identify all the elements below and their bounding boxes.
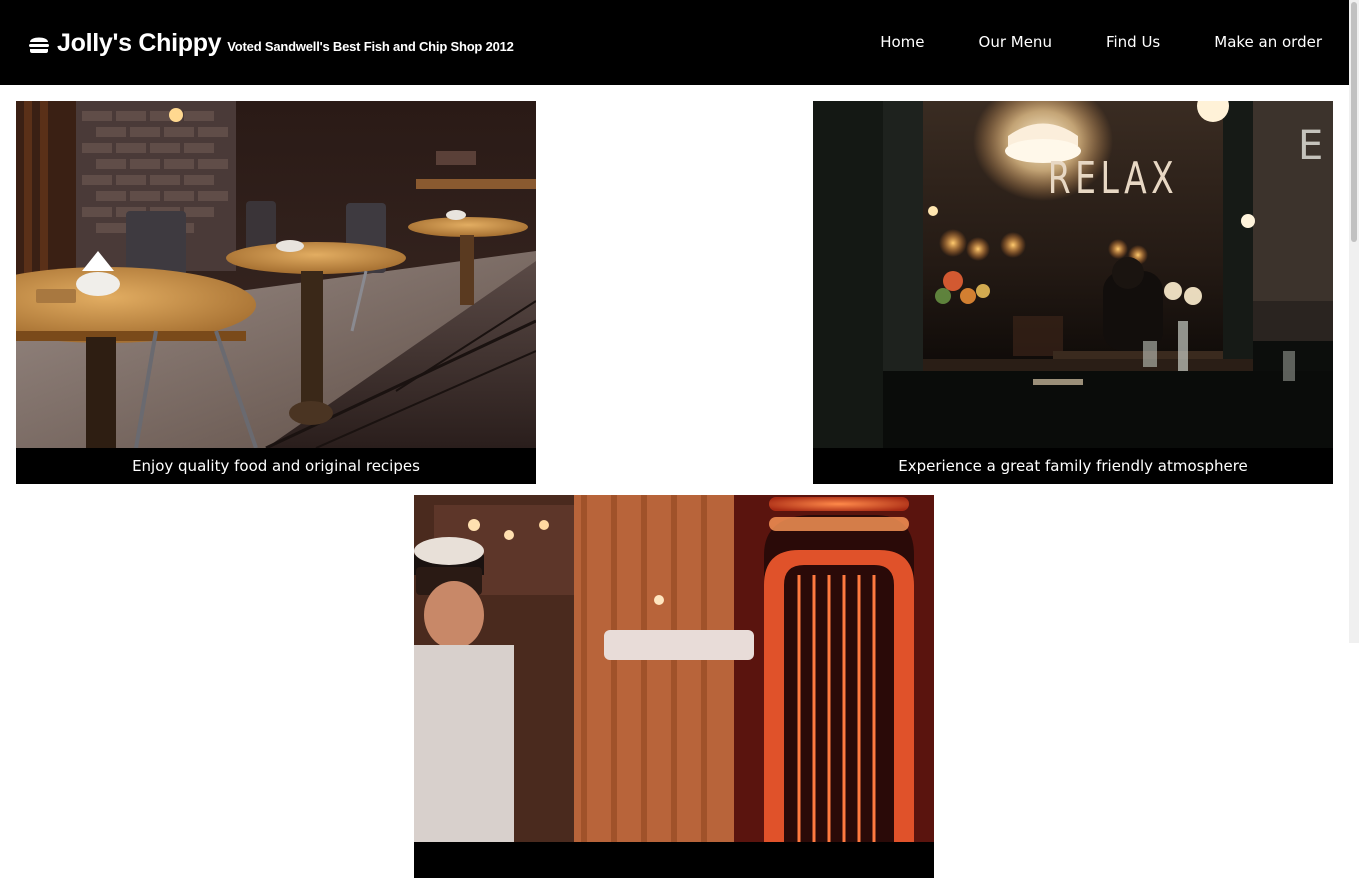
nav-find-us-link[interactable]: Find Us xyxy=(1106,31,1160,53)
site-tagline: Voted Sandwell's Best Fish and Chip Shop… xyxy=(227,39,514,54)
site-title[interactable]: Jolly's Chippy xyxy=(57,28,222,58)
gallery-card-atmosphere: RELAX E Experience a great family friend… xyxy=(813,101,1333,484)
restaurant-interior-tables-photo xyxy=(16,101,536,448)
relax-window-bar-photo: RELAX E xyxy=(813,101,1333,448)
nav-menu-link[interactable]: Our Menu xyxy=(979,31,1052,53)
gallery-card-kitchen xyxy=(414,495,934,878)
chef-kitchen-photo xyxy=(414,495,934,842)
page-scrollbar[interactable] xyxy=(1349,0,1359,643)
nav-order-link[interactable]: Make an order xyxy=(1214,31,1322,53)
svg-text:E: E xyxy=(1298,123,1323,169)
window-sign-text: RELAX xyxy=(1048,153,1179,204)
brand[interactable]: Jolly's Chippy Voted Sandwell's Best Fis… xyxy=(27,28,514,58)
main-nav: Home Our Menu Find Us Make an order xyxy=(826,31,1322,53)
burger-icon xyxy=(29,37,49,53)
card-caption: Enjoy quality food and original recipes xyxy=(132,457,420,475)
scrollbar-thumb[interactable] xyxy=(1351,2,1357,242)
header-bar: Jolly's Chippy Voted Sandwell's Best Fis… xyxy=(0,0,1349,85)
gallery-card-food: Enjoy quality food and original recipes xyxy=(16,101,536,484)
card-caption xyxy=(414,842,934,878)
nav-home-link[interactable]: Home xyxy=(880,31,924,53)
card-caption: Experience a great family friendly atmos… xyxy=(898,457,1248,475)
